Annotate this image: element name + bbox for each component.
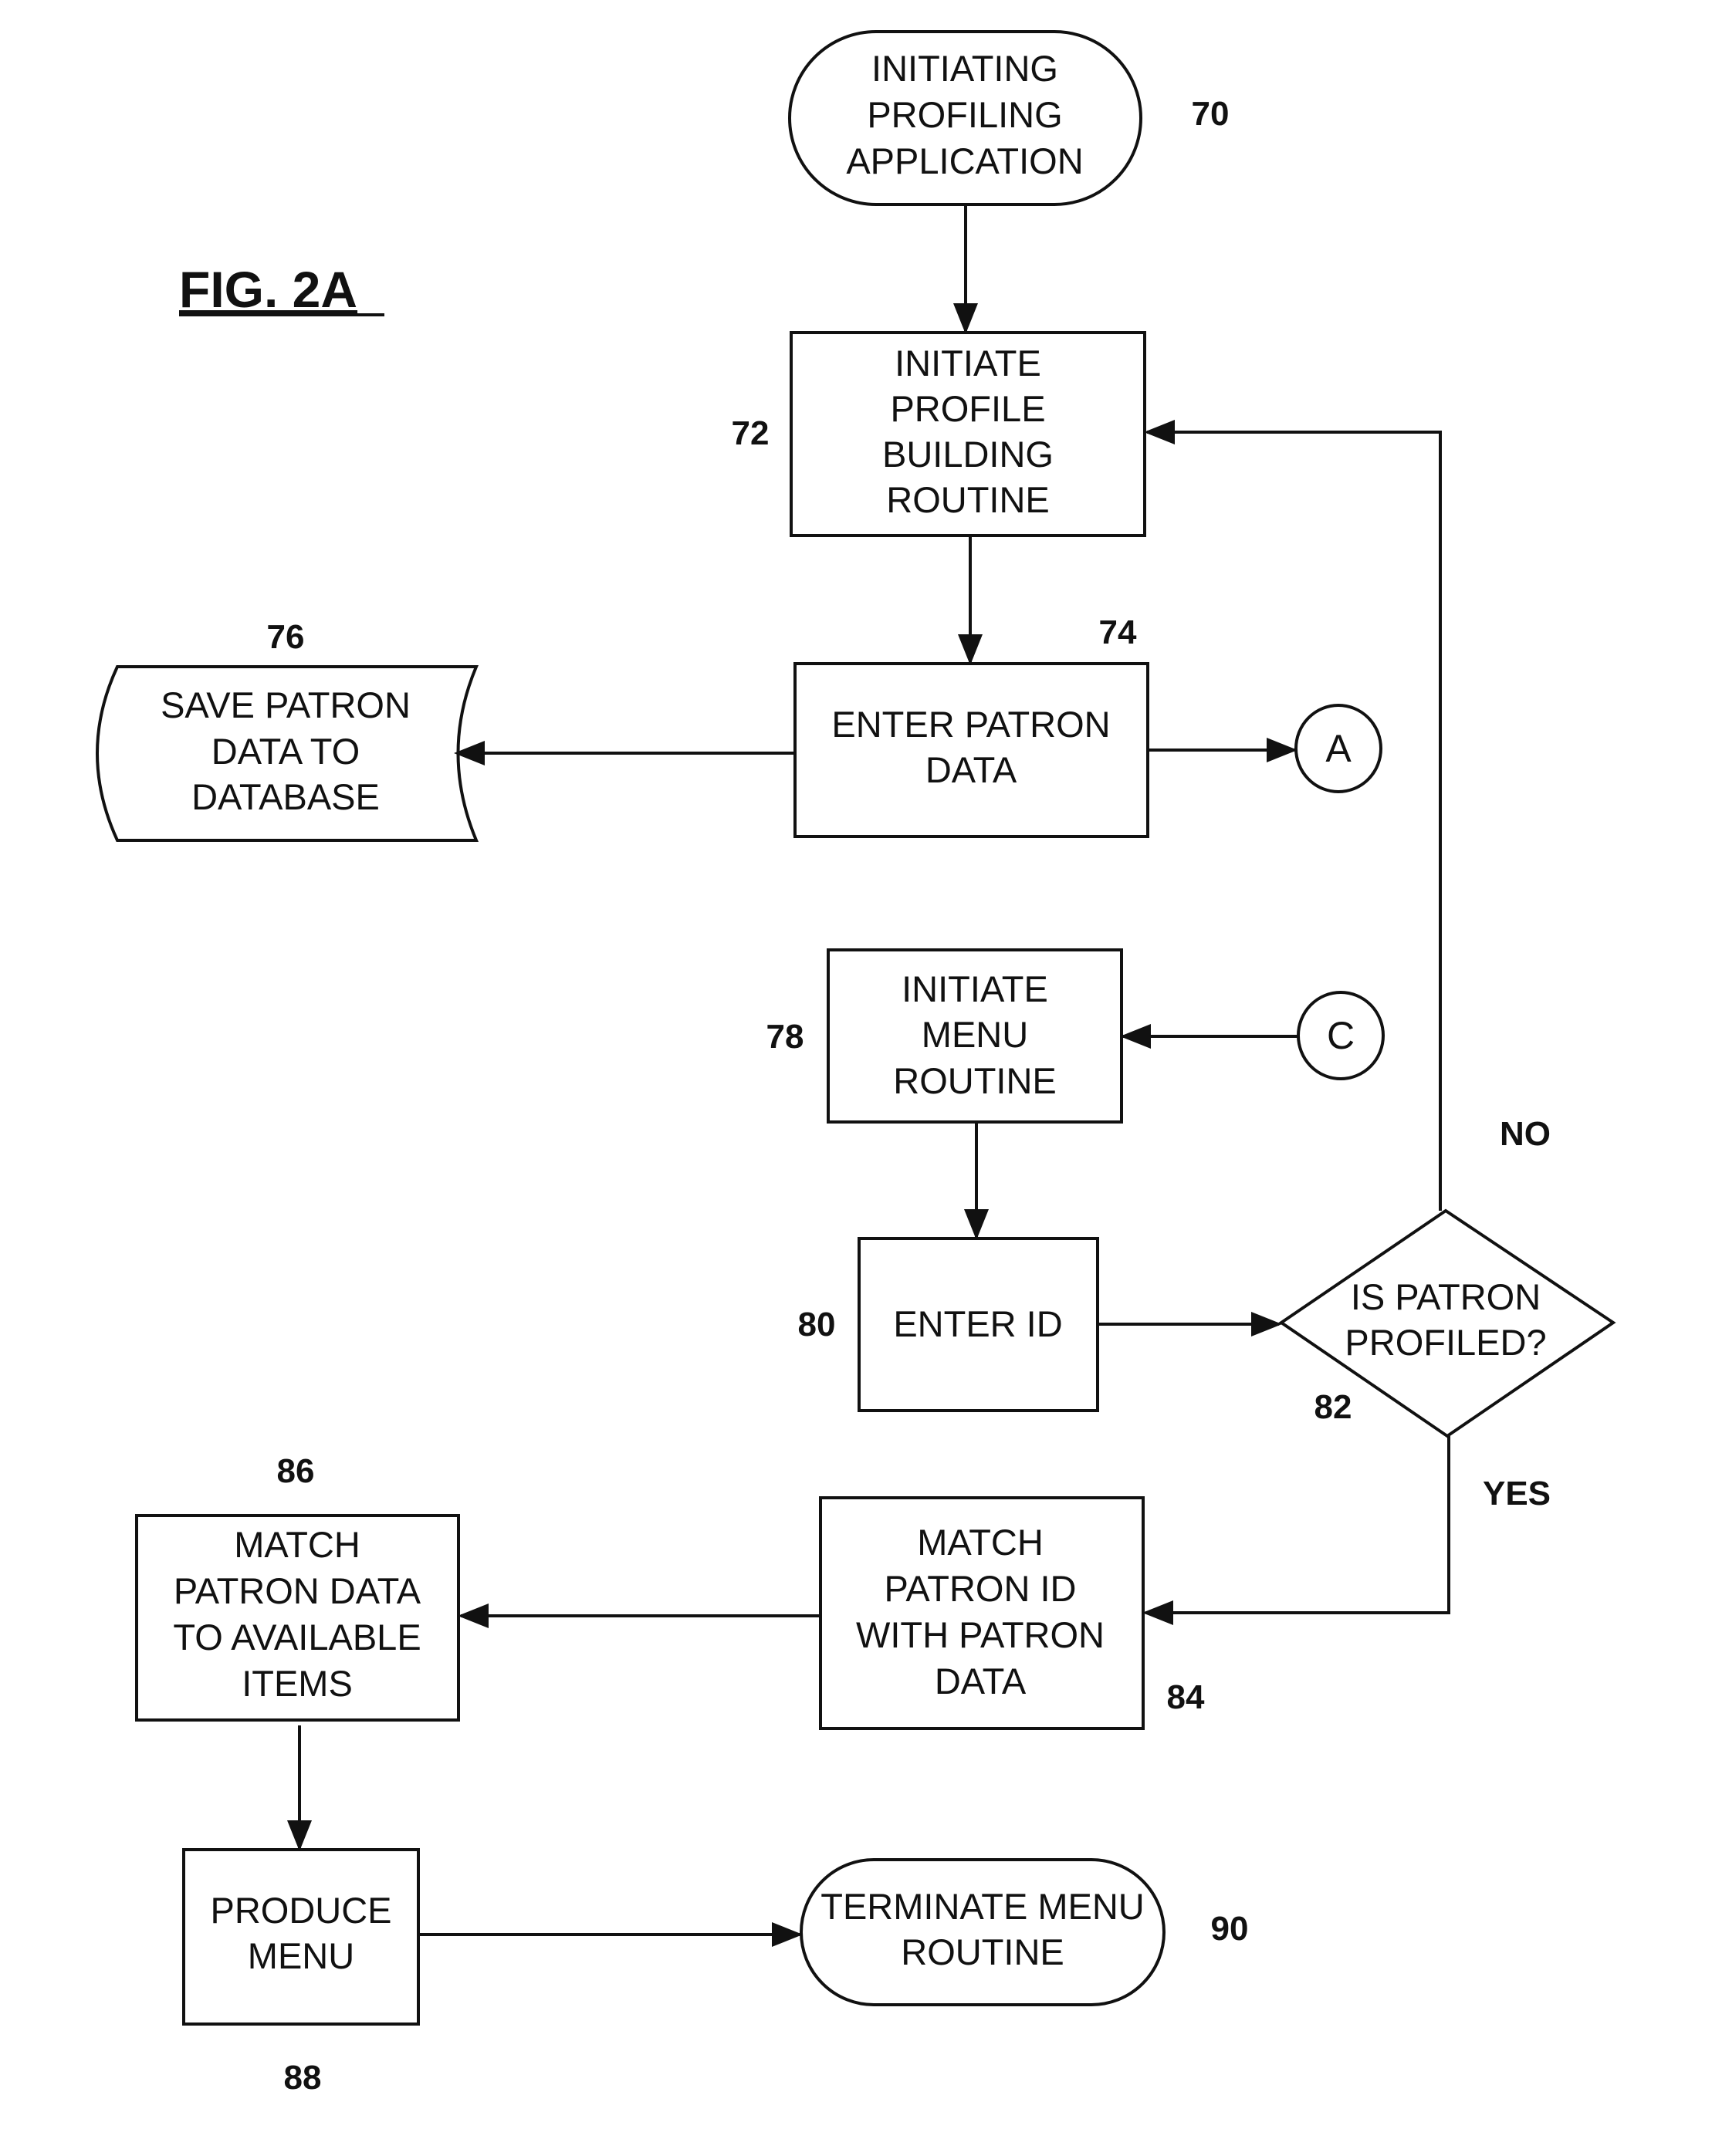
- node-text: MATCH: [917, 1522, 1044, 1563]
- arrow-82-yes-to-84: [1142, 1436, 1450, 1625]
- node-text: ROUTINE: [893, 1060, 1057, 1101]
- ref-number: 76: [267, 618, 305, 656]
- node-text: ENTER PATRON: [831, 704, 1110, 745]
- node-text: ITEMS: [242, 1663, 353, 1704]
- node-text: PROFILE: [890, 388, 1045, 429]
- ref-number: 82: [1314, 1388, 1352, 1426]
- node-text: ROUTINE: [901, 1931, 1064, 1972]
- node-text: SAVE PATRON: [161, 684, 411, 725]
- ref-number: 72: [732, 414, 770, 452]
- node-80-process: ENTER ID 80: [798, 1237, 1099, 1412]
- flowchart: FIG. 2A INITIATING PROFILING APPLICATION…: [96, 30, 1616, 2097]
- node-text: DATA: [925, 749, 1017, 790]
- branch-label-yes: YES: [1483, 1475, 1551, 1512]
- node-90-end-terminal: TERMINATE MENU ROUTINE 90: [800, 1858, 1249, 2006]
- ref-number: 86: [277, 1452, 315, 1490]
- node-88-process: PRODUCE MENU 88: [182, 1848, 420, 2097]
- ref-number: 70: [1192, 95, 1230, 133]
- figure-title: FIG. 2A: [179, 261, 357, 318]
- node-text: DATABASE: [191, 776, 380, 817]
- node-text: MENU: [248, 1935, 354, 1976]
- arrow-82-no-to-72: [1144, 420, 1442, 1211]
- node-text: TERMINATE MENU: [820, 1886, 1145, 1927]
- node-76-stored-data: SAVE PATRON DATA TO DATABASE 76: [96, 618, 479, 842]
- node-text: ENTER ID: [893, 1303, 1062, 1344]
- node-text: DATA: [935, 1661, 1027, 1701]
- node-text: BUILDING: [882, 434, 1054, 475]
- node-70-start-terminal: INITIATING PROFILING APPLICATION 70: [788, 30, 1230, 206]
- node-text: PATRON ID: [885, 1568, 1077, 1609]
- ref-number: 78: [766, 1018, 804, 1056]
- node-text: MENU: [922, 1014, 1028, 1055]
- node-78-process: INITIATE MENU ROUTINE 78: [766, 948, 1123, 1124]
- connector-c: C: [1297, 991, 1385, 1080]
- node-text: INITIATE: [902, 968, 1048, 1009]
- node-text: PRODUCE: [210, 1890, 391, 1931]
- ref-number: 88: [284, 2059, 322, 2097]
- ref-number: 74: [1099, 613, 1137, 651]
- ref-number: 80: [798, 1306, 836, 1343]
- node-text: IS PATRON: [1351, 1276, 1541, 1317]
- connector-label: A: [1325, 727, 1352, 770]
- node-text: PATRON DATA: [174, 1570, 421, 1611]
- node-text: INITIATING: [871, 48, 1058, 89]
- node-72-process: INITIATE PROFILE BUILDING ROUTINE 72: [732, 331, 1146, 537]
- connector-label: C: [1327, 1014, 1355, 1057]
- node-text: INITIATE: [895, 343, 1041, 384]
- branch-label-no: NO: [1500, 1115, 1551, 1153]
- ref-number: 84: [1167, 1678, 1205, 1716]
- node-text: ROUTINE: [886, 479, 1050, 520]
- node-text: APPLICATION: [846, 140, 1083, 181]
- node-86-process: MATCH PATRON DATA TO AVAILABLE ITEMS 86: [135, 1452, 460, 1722]
- connector-a: A: [1294, 704, 1382, 793]
- node-text: WITH PATRON: [856, 1614, 1105, 1655]
- node-text: PROFILED?: [1345, 1322, 1546, 1363]
- node-text: PROFILING: [867, 94, 1062, 135]
- node-text: MATCH: [234, 1524, 360, 1565]
- ref-number: 90: [1211, 1910, 1249, 1948]
- node-text: DATA TO: [211, 731, 360, 772]
- node-82-decision: IS PATRON PROFILED? 82: [1278, 1208, 1616, 1438]
- node-text: TO AVAILABLE: [173, 1617, 421, 1658]
